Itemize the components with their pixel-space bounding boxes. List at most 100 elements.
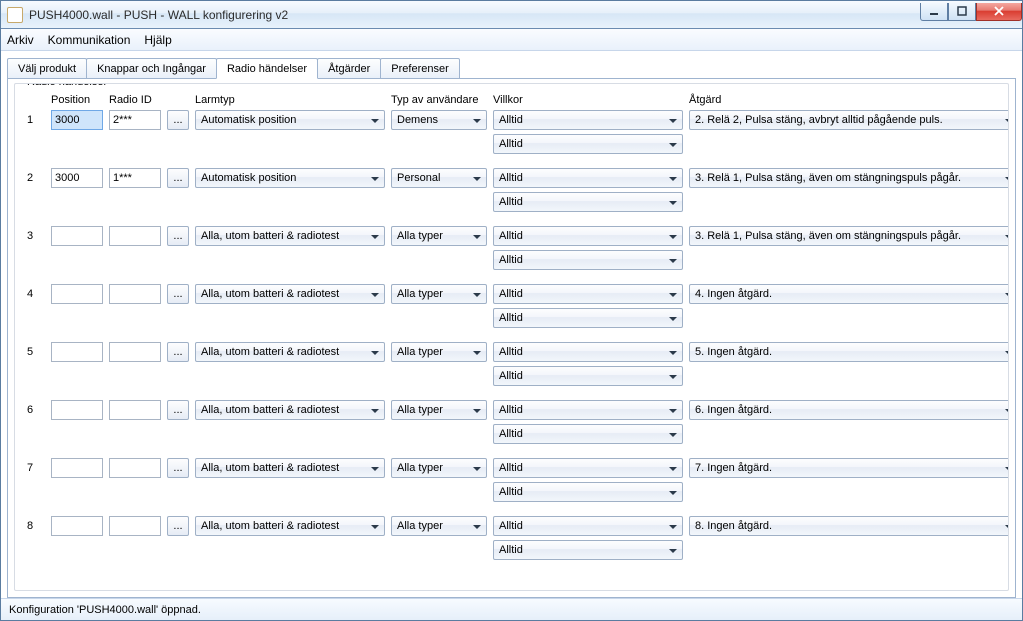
villkor-select[interactable]: Alltid <box>493 110 683 130</box>
atgard-select[interactable]: 8. Ingen åtgärd. <box>689 516 1009 536</box>
radio-id-input[interactable] <box>109 342 161 362</box>
tab-valj-produkt[interactable]: Välj produkt <box>7 58 87 79</box>
tab-knappar-ingangar[interactable]: Knappar och Ingångar <box>86 58 217 79</box>
table-row-secondary: Alltid <box>27 366 996 386</box>
villkor-select[interactable]: Alltid <box>493 516 683 536</box>
tab-atgarder[interactable]: Åtgärder <box>317 58 381 79</box>
radio-id-input[interactable] <box>109 110 161 130</box>
menu-kommunikation[interactable]: Kommunikation <box>48 33 131 47</box>
larmtyp-select[interactable]: Alla, utom batteri & radiotest <box>195 284 385 304</box>
radio-id-input[interactable] <box>109 400 161 420</box>
typ-av-anvandare-select[interactable]: Alla typer <box>391 284 487 304</box>
table-row: 5... Alla, utom batteri & radiotest Alla t… <box>27 342 996 362</box>
close-button[interactable] <box>976 3 1022 21</box>
tab-radio-handelser[interactable]: Radio händelser <box>216 58 318 79</box>
atgard-select[interactable]: 2. Relä 2, Pulsa stäng, avbryt alltid på… <box>689 110 1009 130</box>
larmtyp-select[interactable]: Automatisk position <box>195 110 385 130</box>
browse-button[interactable]: ... <box>167 226 189 246</box>
minimize-button[interactable] <box>920 3 948 21</box>
table-row: 7... Alla, utom batteri & radiotest Alla t… <box>27 458 996 478</box>
browse-button[interactable]: ... <box>167 284 189 304</box>
villkor-select[interactable]: Alltid <box>493 226 683 246</box>
villkor-select-2[interactable]: Alltid <box>493 192 683 212</box>
browse-button[interactable]: ... <box>167 400 189 420</box>
position-input[interactable] <box>51 516 103 536</box>
position-input[interactable] <box>51 400 103 420</box>
typ-av-anvandare-select[interactable]: Demens <box>391 110 487 130</box>
row-number: 7 <box>27 462 45 474</box>
atgard-select[interactable]: 7. Ingen åtgärd. <box>689 458 1009 478</box>
hdr-larmtyp: Larmtyp <box>195 94 385 106</box>
browse-button[interactable]: ... <box>167 516 189 536</box>
position-input[interactable] <box>51 458 103 478</box>
atgard-select[interactable]: 4. Ingen åtgärd. <box>689 284 1009 304</box>
villkor-select-2[interactable]: Alltid <box>493 308 683 328</box>
radio-handelser-group: Radio händelser Position Radio ID Larmty… <box>14 83 1009 591</box>
row-number: 3 <box>27 230 45 242</box>
radio-id-input[interactable] <box>109 168 161 188</box>
table-row: 4... Alla, utom batteri & radiotest Alla t… <box>27 284 996 304</box>
table-row: 6...Alla, utom batteri & radiotestAlla t… <box>27 400 996 420</box>
typ-av-anvandare-select[interactable]: Alla typer <box>391 400 487 420</box>
maximize-button[interactable] <box>948 3 976 21</box>
hdr-atgard: Åtgärd <box>689 94 1009 106</box>
typ-av-anvandare-select[interactable]: Personal <box>391 168 487 188</box>
menu-hjalp[interactable]: Hjälp <box>144 33 171 47</box>
larmtyp-select[interactable]: Automatisk position <box>195 168 385 188</box>
villkor-select-2[interactable]: Alltid <box>493 134 683 154</box>
hdr-typ-av-anvandare: Typ av användare <box>391 94 487 106</box>
larmtyp-select[interactable]: Alla, utom batteri & radiotest <box>195 458 385 478</box>
menubar: Arkiv Kommunikation Hjälp <box>1 29 1022 51</box>
browse-button[interactable]: ... <box>167 168 189 188</box>
row-number: 4 <box>27 288 45 300</box>
radio-id-input[interactable] <box>109 516 161 536</box>
browse-button[interactable]: ... <box>167 342 189 362</box>
browse-button[interactable]: ... <box>167 110 189 130</box>
radio-id-input[interactable] <box>109 458 161 478</box>
position-input[interactable] <box>51 284 103 304</box>
villkor-select[interactable]: Alltid <box>493 168 683 188</box>
header-row: Position Radio ID Larmtyp Typ av använda… <box>27 94 996 106</box>
browse-button[interactable]: ... <box>167 458 189 478</box>
atgard-select[interactable]: 3. Relä 1, Pulsa stäng, även om stängnin… <box>689 168 1009 188</box>
app-window: PUSH4000.wall - PUSH - WALL konfigurerin… <box>0 0 1023 621</box>
villkor-select[interactable]: Alltid <box>493 400 683 420</box>
typ-av-anvandare-select[interactable]: Alla typer <box>391 342 487 362</box>
larmtyp-select[interactable]: Alla, utom batteri & radiotest <box>195 400 385 420</box>
table-row-secondary: Alltid <box>27 250 996 270</box>
row-number: 8 <box>27 520 45 532</box>
tab-preferenser[interactable]: Preferenser <box>380 58 459 79</box>
villkor-select-2[interactable]: Alltid <box>493 482 683 502</box>
table-row: 2...Automatisk positionPersonalAlltid3. … <box>27 168 996 188</box>
position-input[interactable] <box>51 168 103 188</box>
larmtyp-select[interactable]: Alla, utom batteri & radiotest <box>195 516 385 536</box>
villkor-select[interactable]: Alltid <box>493 284 683 304</box>
position-input[interactable] <box>51 110 103 130</box>
tabstrip: Välj produkt Knappar och Ingångar Radio … <box>7 57 1016 79</box>
hdr-position: Position <box>51 94 103 106</box>
typ-av-anvandare-select[interactable]: Alla typer <box>391 226 487 246</box>
window-buttons <box>920 3 1022 23</box>
villkor-select-2[interactable]: Alltid <box>493 424 683 444</box>
radio-id-input[interactable] <box>109 284 161 304</box>
position-input[interactable] <box>51 342 103 362</box>
larmtyp-select[interactable]: Alla, utom batteri & radiotest <box>195 226 385 246</box>
atgard-select[interactable]: 5. Ingen åtgärd. <box>689 342 1009 362</box>
menu-arkiv[interactable]: Arkiv <box>7 33 34 47</box>
atgard-select[interactable]: 3. Relä 1, Pulsa stäng, även om stängnin… <box>689 226 1009 246</box>
villkor-select[interactable]: Alltid <box>493 342 683 362</box>
larmtyp-select[interactable]: Alla, utom batteri & radiotest <box>195 342 385 362</box>
villkor-select-2[interactable]: Alltid <box>493 366 683 386</box>
typ-av-anvandare-select[interactable]: Alla typer <box>391 516 487 536</box>
typ-av-anvandare-select[interactable]: Alla typer <box>391 458 487 478</box>
row-number: 5 <box>27 346 45 358</box>
villkor-select[interactable]: Alltid <box>493 458 683 478</box>
table-row-secondary: Alltid <box>27 134 996 154</box>
position-input[interactable] <box>51 226 103 246</box>
atgard-select[interactable]: 6. Ingen åtgärd. <box>689 400 1009 420</box>
villkor-select-2[interactable]: Alltid <box>493 250 683 270</box>
table-row: 3... Alla, utom batteri & radiotest Alla t… <box>27 226 996 246</box>
villkor-select-2[interactable]: Alltid <box>493 540 683 560</box>
table-row-secondary: Alltid <box>27 192 996 212</box>
radio-id-input[interactable] <box>109 226 161 246</box>
